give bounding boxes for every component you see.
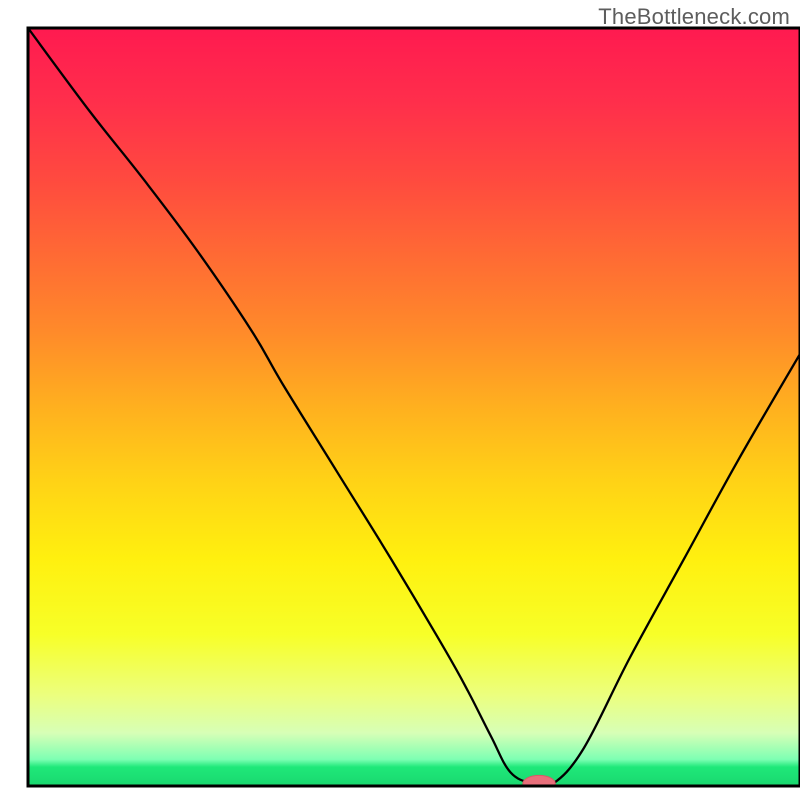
optimal-point-marker bbox=[523, 775, 555, 792]
bottleneck-chart bbox=[0, 0, 800, 800]
chart-frame: TheBottleneck.com bbox=[0, 0, 800, 800]
watermark-text: TheBottleneck.com bbox=[598, 4, 790, 30]
gradient-background bbox=[28, 28, 800, 786]
